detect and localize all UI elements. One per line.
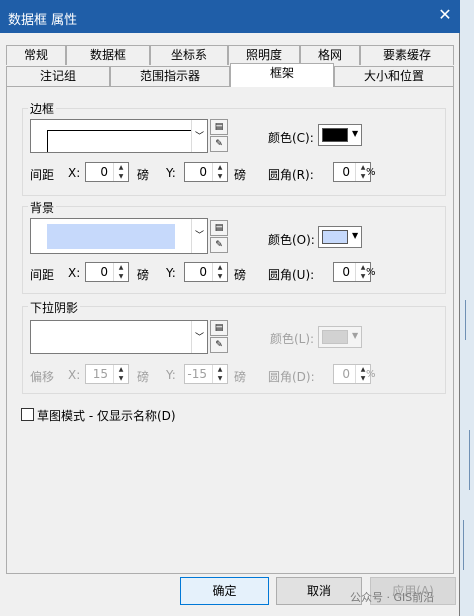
spin-up-icon[interactable]: ▲ [114,163,128,172]
shadow-x-unit: 磅 [137,370,150,384]
tab-grids[interactable]: 格网 [300,45,360,65]
border-gap-label: 间距 [30,168,55,182]
border-corner-unit: % [366,167,376,178]
chevron-down-icon[interactable]: ﹀ [191,219,207,253]
ok-button[interactable]: 确定 [180,577,269,605]
spin-up-icon: ▲ [118,366,124,373]
tab-size-and-position[interactable]: 大小和位置 [334,66,454,86]
background-y-spinner[interactable]: 0 ▲ ▼ [184,262,228,282]
symbol-selector-icon[interactable]: ▤ [210,220,228,236]
border-color-swatch [322,128,348,142]
border-group-label: 边框 [28,100,57,117]
background-gap-label: 间距 [30,268,55,282]
symbol-selector-icon[interactable]: ▤ [210,320,228,336]
border-y-unit: 磅 [234,168,247,182]
background-style-combo[interactable]: ﹀ [30,218,208,254]
shadow-x-spinner: 15 ▲ ▼ [85,364,129,384]
tab-annotation-groups[interactable]: 注记组 [6,66,110,86]
properties-icon[interactable]: ✎ [210,136,228,152]
border-style-combo[interactable]: ﹀ [30,119,208,153]
shadow-color-picker: ▼ [318,326,362,348]
border-corner-label: 圆角(R): [268,168,314,182]
border-x-value: 0 [100,165,108,179]
border-x-spinner[interactable]: 0 ▲ ▼ [85,162,129,182]
background-x-value: 0 [100,265,108,279]
border-corner-value: 0 [342,165,350,179]
shadow-offset-label: 偏移 [30,370,55,384]
spin-down-icon[interactable]: ▼ [114,172,128,181]
spin-up-icon[interactable]: ▲ [213,163,227,172]
border-x-unit: 磅 [137,168,150,182]
background-corner-value: 0 [342,265,350,279]
tab-coordinate-system[interactable]: 坐标系 [150,45,228,65]
symbol-selector-icon[interactable]: ▤ [210,119,228,135]
border-y-value: 0 [199,165,207,179]
background-color-label: 颜色(O): [268,233,315,247]
border-preview-line [47,130,191,152]
tab-feature-cache[interactable]: 要素缓存 [360,45,454,65]
background-group-label: 背景 [28,199,57,216]
tab-extent-indicators[interactable]: 范围指示器 [110,66,230,86]
shadow-y-spinner: -15 ▲ ▼ [184,364,228,384]
spin-up-icon[interactable]: ▲ [114,263,128,272]
border-color-label: 颜色(C): [268,131,314,145]
properties-icon[interactable]: ✎ [210,237,228,253]
shadow-y-unit: 磅 [234,370,247,384]
chevron-down-icon[interactable]: ﹀ [191,321,207,353]
shadow-group-label: 下拉阴影 [28,299,81,316]
shadow-y-label: Y: [166,368,176,382]
spin-down-icon[interactable]: ▼ [213,272,227,281]
dropdown-arrow-icon: ▼ [352,129,359,138]
watermark: 公众号 · GIS前沿 [350,591,435,604]
shadow-color-label: 颜色(L): [270,332,315,346]
background-y-unit: 磅 [234,268,247,282]
background-y-label: Y: [166,266,176,280]
dropdown-arrow-icon: ▼ [352,231,359,240]
map-background [458,0,474,616]
shadow-corner-label: 圆角(D): [268,370,315,384]
tab-general[interactable]: 常规 [6,45,66,65]
border-x-label: X: [68,166,81,180]
background-color-picker[interactable]: ▼ [318,226,362,248]
tab-frame[interactable]: 框架 [230,63,334,87]
border-y-label: Y: [166,166,176,180]
background-x-unit: 磅 [137,268,150,282]
tab-illumination[interactable]: 照明度 [228,45,300,65]
close-icon[interactable]: ✕ [436,6,454,24]
shadow-corner-value: 0 [342,367,350,381]
chevron-down-icon[interactable]: ﹀ [191,120,207,152]
properties-icon[interactable]: ✎ [210,337,228,353]
spin-down-icon[interactable]: ▼ [114,272,128,281]
shadow-x-label: X: [68,368,81,382]
shadow-style-combo[interactable]: ﹀ [30,320,208,354]
shadow-color-swatch [322,330,348,344]
spin-down-icon: ▼ [217,375,223,382]
tab-data-frame[interactable]: 数据框 [66,45,150,65]
background-x-spinner[interactable]: 0 ▲ ▼ [85,262,129,282]
shadow-x-value: 15 [92,367,108,381]
background-preview-swatch [47,224,175,249]
background-y-value: 0 [199,265,207,279]
spin-down-icon: ▼ [118,375,124,382]
shadow-y-value: -15 [187,367,207,381]
draft-mode-checkbox[interactable] [21,408,34,421]
border-symbol-buttons: ▤ ✎ [210,119,228,153]
background-corner-unit: % [366,267,376,278]
border-y-spinner[interactable]: 0 ▲ ▼ [184,162,228,182]
draft-mode-label: 草图模式 - 仅显示名称(D) [37,409,176,423]
shadow-symbol-buttons: ▤ ✎ [210,320,228,354]
border-color-picker[interactable]: ▼ [318,124,362,146]
spin-up-icon[interactable]: ▲ [213,263,227,272]
dropdown-arrow-icon: ▼ [352,331,359,340]
background-color-swatch [322,230,348,244]
shadow-corner-unit: % [366,369,376,380]
background-corner-label: 圆角(U): [268,268,315,282]
spin-up-icon: ▲ [217,366,223,373]
spin-down-icon[interactable]: ▼ [213,172,227,181]
background-x-label: X: [68,266,81,280]
window-title: 数据框 属性 [8,13,78,28]
title-bar: 数据框 属性 ✕ [0,0,460,33]
background-symbol-buttons: ▤ ✎ [210,220,228,254]
properties-dialog: 数据框 属性 ✕ 常规 数据框 坐标系 照明度 格网 要素缓存 注记组 范围指示… [0,0,460,616]
